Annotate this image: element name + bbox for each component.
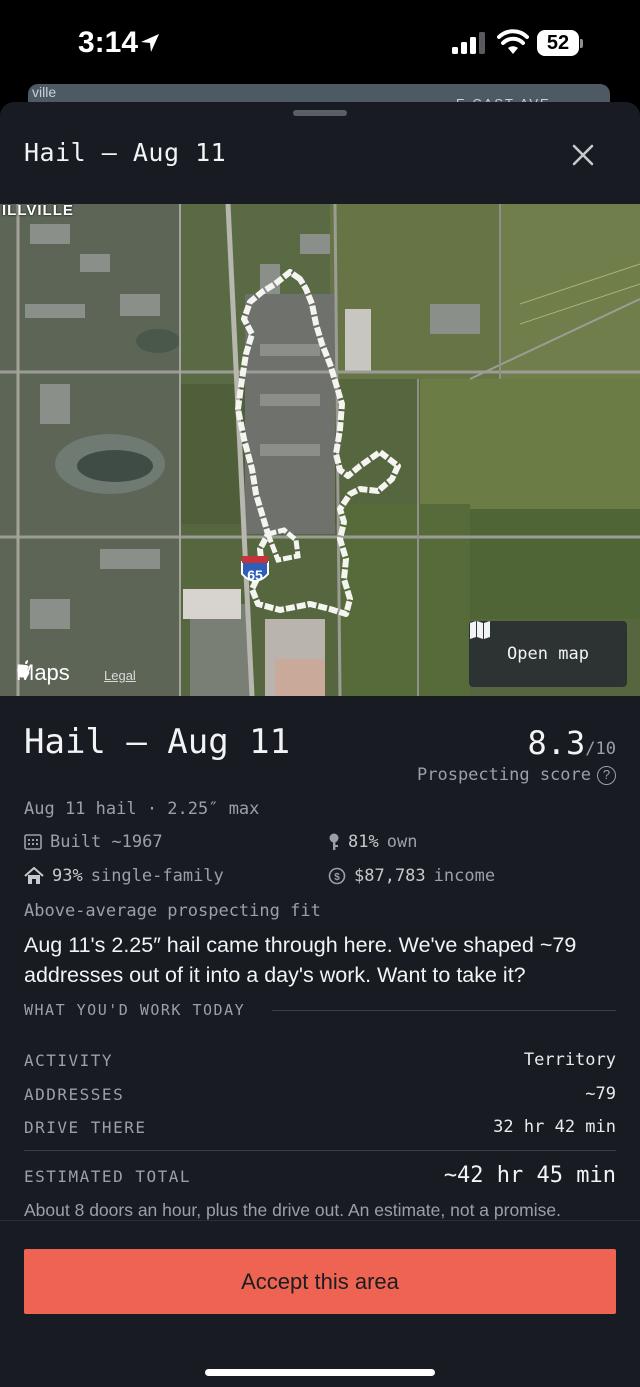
score-label: Prospecting score (417, 765, 591, 785)
map-city-label: ILLVILLE (2, 204, 74, 219)
ownership-label: own (386, 832, 418, 852)
building-icon (24, 834, 42, 850)
single-family-percent: 93% (52, 866, 83, 886)
estimate-note: About 8 doors an hour, plus the drive ou… (24, 1200, 561, 1220)
ownership-stat: 81% own (328, 832, 417, 852)
income-label: income (433, 866, 496, 886)
highway-shield-label: 65 (247, 567, 263, 583)
sheet-grabber[interactable] (293, 110, 347, 116)
drive-label: DRIVE THERE (24, 1118, 147, 1137)
ownership-percent: 81% (348, 832, 379, 852)
built-year-stat: Built ~1967 (24, 832, 163, 852)
location-arrow-icon (141, 34, 159, 52)
status-time: 3:14 (78, 26, 139, 59)
activity-value: Territory (523, 1050, 616, 1070)
activity-label: ACTIVITY (24, 1051, 114, 1070)
work-today-heading: WHAT YOU'D WORK TODAY (24, 1001, 246, 1019)
apple-logo-icon (17, 660, 30, 678)
battery-level: 52 (537, 30, 579, 56)
map-legal-link[interactable]: Legal (104, 668, 136, 683)
underlying-sheet-label: ville (32, 84, 57, 100)
cellular-signal-icon (452, 32, 485, 54)
estimated-total-label: ESTIMATED TOTAL (24, 1167, 191, 1186)
drive-value: 32 hr 42 min (493, 1117, 616, 1137)
open-map-button[interactable]: Open map (469, 621, 627, 687)
score-denominator: /10 (585, 739, 616, 759)
apple-maps-logo: Maps (16, 660, 70, 686)
house-icon (24, 867, 44, 884)
prospecting-score: 8.3/10 (527, 724, 616, 762)
built-year: Built ~1967 (50, 832, 163, 852)
area-pitch: Aug 11's 2.25″ hail came through here. W… (24, 933, 577, 987)
status-bar: 3:14 52 (0, 0, 640, 92)
folded-map-icon (470, 621, 490, 639)
sheet-title: Hail — Aug 11 (24, 138, 227, 167)
action-bar: Accept this area (0, 1220, 640, 1387)
key-icon (329, 833, 339, 850)
close-icon[interactable] (566, 138, 600, 172)
section-divider (272, 1010, 616, 1011)
storm-summary: Aug 11 hail · 2.25″ max (24, 799, 260, 819)
battery-tip (580, 39, 583, 48)
info-icon[interactable]: ? (597, 765, 616, 785)
single-family-label: single-family (90, 866, 224, 886)
fit-assessment: Above-average prospecting fit (24, 901, 321, 921)
estimated-total-value: ~42 hr 45 min (443, 1163, 616, 1188)
home-indicator[interactable] (205, 1369, 435, 1376)
total-divider (24, 1150, 616, 1151)
addresses-label: ADDRESSES (24, 1085, 125, 1104)
battery-indicator: 52 (537, 30, 583, 56)
area-detail-sheet: Hail — Aug 11 65 ILLVILLE Maps Legal Ope… (0, 102, 640, 1387)
income-stat: $ $87,783 income (328, 866, 495, 886)
area-title: Hail — Aug 11 (24, 722, 291, 762)
score-caption: Prospecting score ? (417, 765, 616, 785)
score-value: 8.3 (527, 724, 586, 762)
accept-area-button[interactable]: Accept this area (24, 1249, 616, 1314)
dollar-coin-icon: $ (328, 867, 346, 885)
addresses-value: ~79 (585, 1084, 616, 1104)
single-family-stat: 93% single-family (24, 866, 224, 886)
svg-text:$: $ (334, 872, 340, 883)
open-map-label: Open map (507, 644, 589, 664)
wifi-icon (497, 29, 529, 54)
median-income: $87,783 (354, 866, 426, 886)
satellite-map[interactable]: 65 ILLVILLE Maps Legal Open map (0, 204, 640, 696)
